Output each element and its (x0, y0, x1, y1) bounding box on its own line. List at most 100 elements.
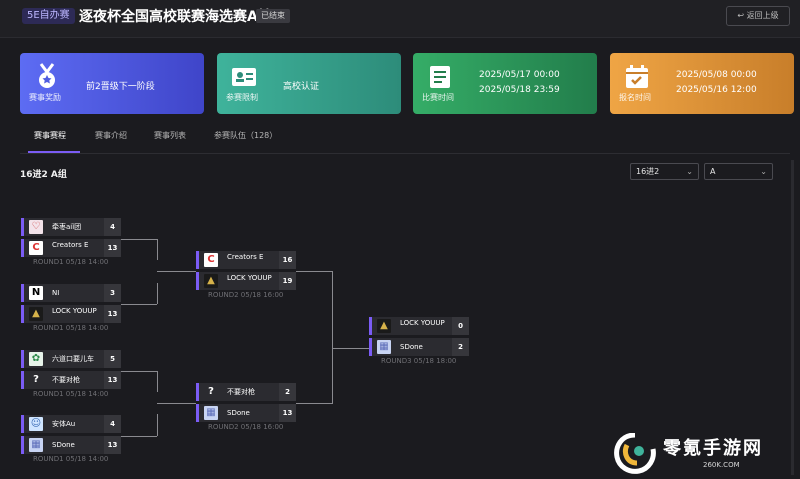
card-signup-time-end: 2025/05/16 12:00 (676, 85, 757, 95)
team-name: 不要对枪 (227, 388, 255, 396)
card-signup-time: 2025/05/08 00:00 2025/05/16 12:00 报名时间 (610, 53, 794, 114)
lock-logo: ▲ (29, 307, 43, 321)
tab-schedule[interactable]: 赛事赛程 (34, 130, 66, 141)
team-score: 13 (279, 404, 296, 422)
team-row[interactable]: ✿ 六道口要儿车 5 (21, 350, 121, 368)
team-name: SDone (400, 343, 423, 351)
match-time: ROUND3 05/18 18:00 (381, 357, 457, 365)
card-rewards: 前2晋级下一阶段 赛事奖励 (20, 53, 204, 114)
match-card[interactable]: ▲ LOCK YOUUP 0 ▦ SDone 2 ROUND3 05/18 18:00 (369, 317, 469, 365)
watermark: 零氪手游网 260K.COM (613, 431, 788, 477)
card-signup-time-start: 2025/05/08 00:00 (676, 70, 757, 80)
id-card-icon (229, 62, 259, 92)
team-row[interactable]: ? 不要对枪 2 (196, 383, 296, 401)
sdone-logo: ▦ (29, 438, 43, 452)
team-score: 5 (104, 350, 121, 368)
page-header: 5E自办赛 逐夜杯全国高校联赛海选赛A轮 已结束 ↩ 返回上级 (0, 0, 800, 38)
team-name: Creators E (227, 253, 264, 261)
anime-logo: ☺ (29, 417, 43, 431)
team-row[interactable]: C Creators E 13 (21, 239, 121, 257)
custom-team-logo: ♡ (29, 220, 43, 234)
card-match-time: 2025/05/17 00:00 2025/05/18 23:59 比赛时间 (413, 53, 597, 114)
question-logo: ? (208, 386, 214, 397)
tab-teams[interactable]: 参赛队伍（128） (214, 130, 277, 141)
connector (121, 371, 157, 372)
team-name: 不要对枪 (52, 376, 80, 384)
watermark-text: 零氪手游网 (663, 438, 763, 459)
card-rewards-value: 前2晋级下一阶段 (86, 82, 155, 92)
watermark-url: 260K.COM (703, 461, 740, 469)
team-row[interactable]: N NI 3 (21, 284, 121, 302)
tab-list[interactable]: 赛事列表 (154, 130, 186, 141)
creators-logo: C (204, 253, 218, 267)
connector (157, 239, 158, 260)
connector (121, 239, 157, 240)
connector (157, 371, 158, 392)
connector (296, 271, 332, 272)
divider (20, 153, 790, 154)
team-name: LOCK YOUUP (52, 307, 97, 315)
question-logo: ? (33, 374, 39, 385)
connector (296, 403, 332, 404)
team-row[interactable]: ▲ LOCK YOUUP 0 (369, 317, 469, 335)
organizer-badge: 5E自办赛 (22, 8, 75, 24)
card-match-time-start: 2025/05/17 00:00 (479, 70, 560, 80)
match-card[interactable]: N NI 3 ▲ LOCK YOUUP 13 ROUND1 05/18 14:00 (21, 284, 121, 332)
team-score: 13 (104, 239, 121, 257)
card-match-time-end: 2025/05/18 23:59 (479, 85, 560, 95)
team-row[interactable]: C Creators E 16 (196, 251, 296, 269)
team-row[interactable]: ▦ SDone 13 (21, 436, 121, 454)
sdone-logo: ▦ (377, 340, 391, 354)
team-row[interactable]: ▦ SDone 2 (369, 338, 469, 356)
team-score: 13 (104, 305, 121, 323)
team-score: 2 (452, 338, 469, 356)
match-time: ROUND2 05/18 16:00 (208, 423, 284, 431)
connector (157, 414, 158, 436)
team-row[interactable]: ▲ LOCK YOUUP 13 (21, 305, 121, 323)
team-name: 安体Au (52, 420, 76, 428)
ni-logo: N (29, 286, 43, 300)
team-name: LOCK YOUUP (227, 274, 272, 282)
team-score: 16 (279, 251, 296, 269)
stage-select[interactable]: 16进2 ⌄ (630, 163, 699, 180)
tab-intro[interactable]: 赛事介绍 (95, 130, 127, 141)
team-row[interactable]: ♡ 牵枣aiǐ团 4 (21, 218, 121, 236)
match-card[interactable]: C Creators E 16 ▲ LOCK YOUUP 19 ROUND2 05/18 1… (196, 251, 296, 299)
team-score: 13 (104, 436, 121, 454)
connector (121, 304, 157, 305)
team-row[interactable]: ▲ LOCK YOUUP 19 (196, 272, 296, 290)
team-row[interactable]: ☺ 安体Au 4 (21, 415, 121, 433)
match-card[interactable]: ☺ 安体Au 4 ▦ SDone 13 ROUND1 05/18 14:00 (21, 415, 121, 463)
medal-icon (32, 62, 62, 92)
connector (157, 271, 196, 272)
match-time: ROUND1 05/18 14:00 (33, 324, 109, 332)
group-select[interactable]: A ⌄ (704, 163, 773, 180)
team-name: LOCK YOUUP (400, 319, 445, 327)
match-card[interactable]: ? 不要对枪 2 ▦ SDone 13 ROUND2 05/18 16:00 (196, 383, 296, 431)
team-score: 19 (279, 272, 296, 290)
connector (157, 403, 196, 404)
match-card[interactable]: ♡ 牵枣aiǐ团 4 C Creators E 13 ROUND1 05/18 14:00 (21, 218, 121, 266)
leaf-logo: ✿ (29, 352, 43, 366)
page-title: 逐夜杯全国高校联赛海选赛A轮 (79, 9, 272, 25)
team-row[interactable]: ▦ SDone 13 (196, 404, 296, 422)
team-name: SDone (52, 441, 75, 449)
card-restrictions-value: 高校认证 (283, 82, 320, 92)
team-name: Creators E (52, 241, 89, 249)
card-match-time-label: 比赛时间 (422, 93, 454, 102)
team-row[interactable]: ? 不要对枪 13 (21, 371, 121, 389)
creators-logo: C (29, 241, 43, 255)
team-name: 牵枣aiǐ团 (52, 223, 82, 231)
scrollbar[interactable] (791, 160, 794, 475)
team-score: 4 (104, 218, 121, 236)
card-rewards-label: 赛事奖励 (29, 93, 61, 102)
status-badge: 已结束 (256, 9, 290, 23)
lock-logo: ▲ (377, 319, 391, 333)
lock-logo: ▲ (204, 274, 218, 288)
team-score: 4 (104, 415, 121, 433)
match-card[interactable]: ✿ 六道口要儿车 5? 不要对枪 13 ROUND1 05/18 14:00 (21, 350, 121, 398)
back-button[interactable]: ↩ 返回上级 (726, 6, 790, 26)
connector (332, 271, 333, 404)
team-score: 2 (279, 383, 296, 401)
sdone-logo: ▦ (204, 406, 218, 420)
